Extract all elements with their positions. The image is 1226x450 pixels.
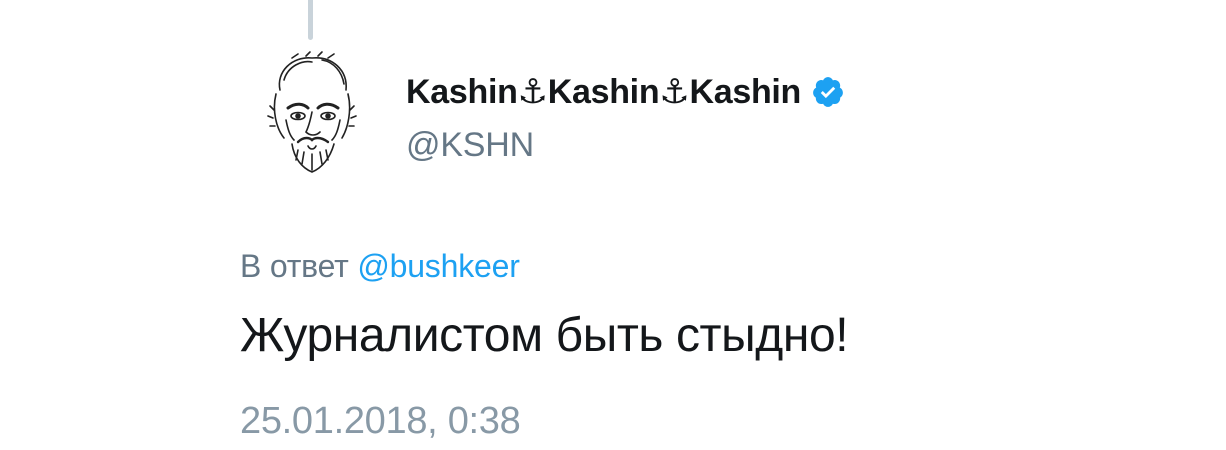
- author-name-row[interactable]: Kashin⚓Kashin⚓Kashin: [406, 72, 845, 112]
- avatar[interactable]: [262, 50, 362, 180]
- verified-badge-icon: [811, 75, 845, 109]
- thread-connector-line: [308, 0, 313, 40]
- reply-mention-link[interactable]: @bushkeer: [357, 248, 520, 284]
- author-handle[interactable]: @KSHN: [406, 126, 534, 165]
- sketch-portrait-icon: [267, 51, 357, 173]
- tweet-text: Журналистом быть стыдно!: [240, 309, 849, 362]
- reply-context: В ответ @bushkeer: [240, 248, 520, 285]
- author-display-name[interactable]: Kashin⚓Kashin⚓Kashin: [406, 72, 801, 112]
- reply-prefix: В ответ: [240, 248, 349, 284]
- tweet-timestamp[interactable]: 25.01.2018, 0:38: [240, 400, 521, 443]
